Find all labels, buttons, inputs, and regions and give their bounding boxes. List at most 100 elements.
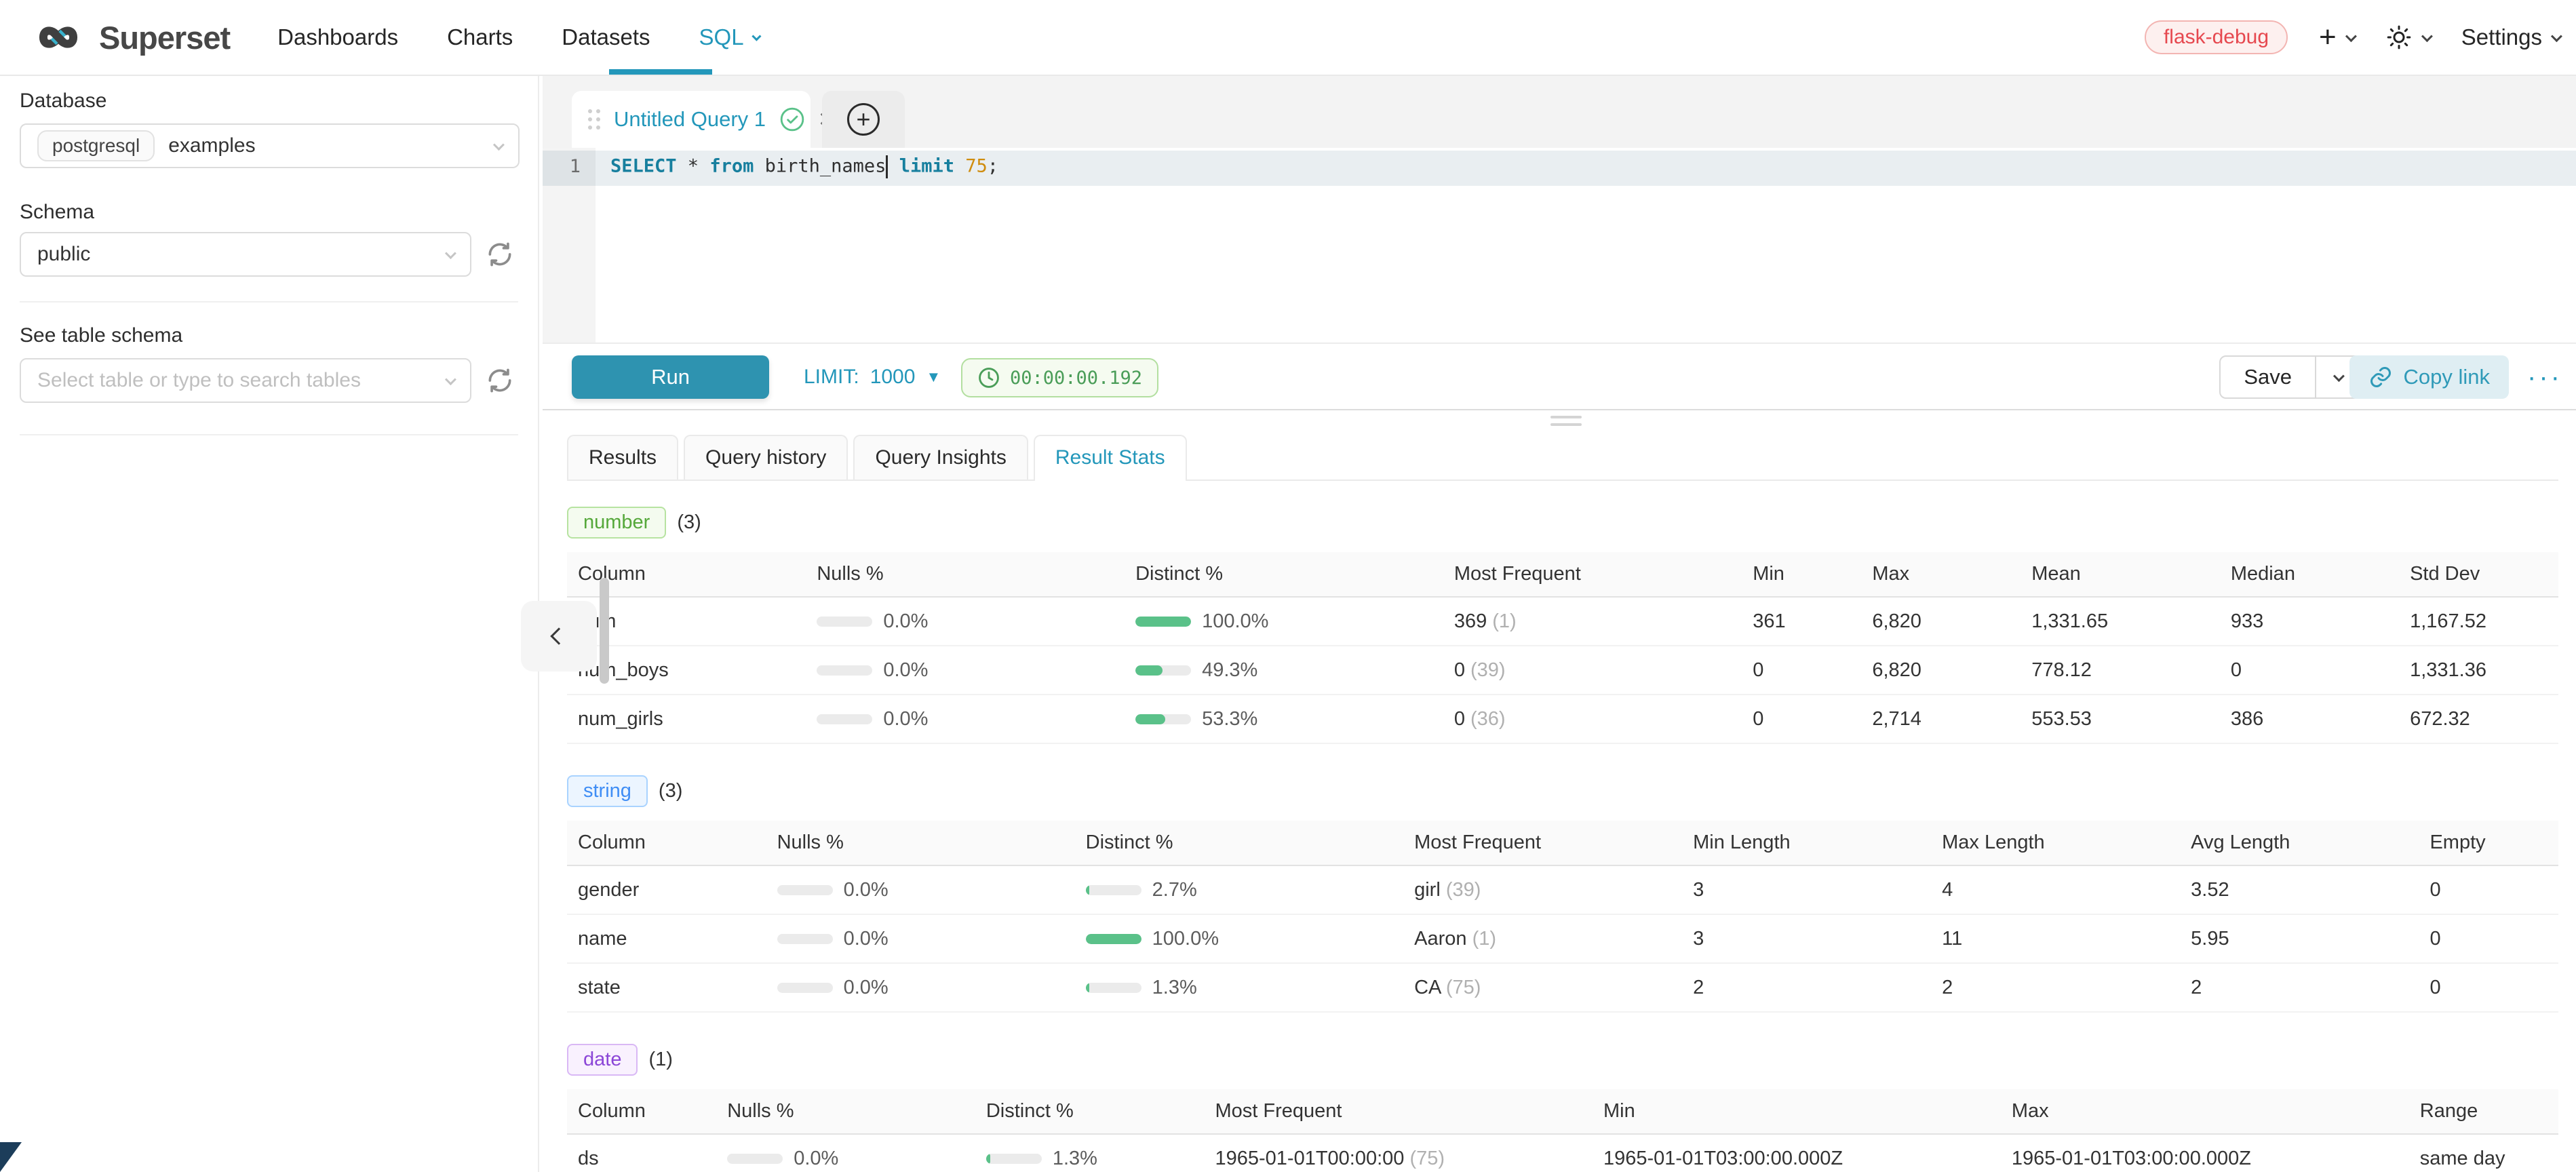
distinct-bar — [1086, 934, 1141, 944]
cell-mf-count: (75) — [1410, 1148, 1445, 1169]
cell-mf-count: (39) — [1446, 879, 1481, 901]
col-header: Min — [1593, 1089, 2001, 1134]
table-header-row: Column Nulls % Distinct % Most Frequent … — [567, 821, 2558, 865]
chevron-down-icon — [445, 248, 456, 259]
superset-logo[interactable]: Superset — [27, 18, 230, 57]
tab-query-history[interactable]: Query history — [684, 435, 848, 480]
table-select[interactable]: Select table or type to search tables — [20, 358, 471, 403]
table-row: num_girls 0.0% 53.3% 0 (36) 0 2,714 553.… — [567, 695, 2558, 743]
chevron-down-icon — [2345, 31, 2357, 42]
cell-median: 0 — [2220, 646, 2399, 695]
refresh-schemas-icon[interactable] — [485, 239, 515, 269]
table-row: num 0.0% 100.0% 369 (1) 361 6,820 1,331.… — [567, 597, 2558, 646]
cell-most-frequent: CA — [1414, 977, 1441, 998]
number-count: (3) — [677, 511, 701, 534]
distinct-bar — [1135, 714, 1191, 724]
schema-select[interactable]: public — [20, 232, 471, 277]
nav-item-charts[interactable]: Charts — [447, 24, 513, 50]
run-button[interactable]: Run — [572, 355, 769, 399]
tab-query-insights[interactable]: Query Insights — [853, 435, 1028, 480]
environment-tag: flask-debug — [2145, 20, 2288, 54]
theme-menu[interactable] — [2385, 24, 2430, 51]
new-item-menu[interactable]: + — [2319, 22, 2354, 52]
pane-resize-handle[interactable] — [1550, 416, 1582, 431]
cell-avg-length: 3.52 — [2180, 865, 2419, 914]
limit-label: LIMIT: — [804, 366, 859, 389]
distinct-bar — [1086, 885, 1141, 895]
table-row: gender 0.0% 2.7% girl (39) 3 4 3.52 0 — [567, 865, 2558, 914]
string-count: (3) — [659, 780, 682, 802]
nav-item-sql[interactable]: SQL — [699, 24, 759, 50]
sql-lab-sidebar: Database postgresql examples Schema publ… — [0, 76, 539, 1172]
chevron-down-icon — [2551, 31, 2562, 42]
cell-min: 0 — [1742, 646, 1861, 695]
nav-item-datasets[interactable]: Datasets — [562, 24, 650, 50]
database-label: Database — [20, 90, 518, 113]
table-row: state 0.0% 1.3% CA (75) 2 2 2 0 — [567, 963, 2558, 1012]
save-button[interactable]: Save — [2221, 357, 2315, 397]
string-stats-table: Column Nulls % Distinct % Most Frequent … — [567, 821, 2558, 1013]
cell-min: 1965-01-01T03:00:00.000Z — [1593, 1134, 2001, 1172]
database-value: examples — [168, 134, 255, 157]
col-header: Most Frequent — [1204, 1089, 1593, 1134]
type-badge-date: date — [567, 1044, 638, 1076]
line-number: 1 — [543, 156, 581, 177]
cell-median: 933 — [2220, 597, 2399, 646]
number-section-header: number (3) — [567, 507, 2558, 539]
table-row: name 0.0% 100.0% Aaron (1) 3 11 5.95 0 — [567, 914, 2558, 963]
cell-mf-count: (1) — [1472, 928, 1496, 950]
cell-nulls: 0.0% — [883, 659, 928, 682]
copy-link-button[interactable]: Copy link — [2349, 355, 2510, 399]
collapse-sidebar-button[interactable] — [521, 601, 597, 671]
cell-nulls: 0.0% — [844, 879, 889, 901]
sql-text: * — [677, 156, 710, 177]
cell-std-dev: 672.32 — [2399, 695, 2558, 743]
cell-distinct: 100.0% — [1152, 928, 1219, 950]
cell-std-dev: 1,167.52 — [2399, 597, 2558, 646]
col-header: Mean — [2021, 552, 2220, 597]
table-row: num_boys 0.0% 49.3% 0 (39) 0 6,820 778.1… — [567, 646, 2558, 695]
cell-min: 361 — [1742, 597, 1861, 646]
cell-nulls: 0.0% — [844, 977, 889, 999]
number-stats-table: Column Nulls % Distinct % Most Frequent … — [567, 552, 2558, 744]
col-header: Nulls % — [766, 821, 1075, 865]
col-header: Min — [1742, 552, 1861, 597]
nulls-bar — [777, 983, 833, 993]
cell-most-frequent: girl — [1414, 879, 1441, 901]
cell-column: name — [567, 914, 766, 963]
drag-handle-icon[interactable] — [588, 109, 600, 130]
nav-item-dashboards[interactable]: Dashboards — [277, 24, 398, 50]
cell-mf-count: (39) — [1470, 659, 1506, 681]
sql-editor[interactable]: 1 SELECT * from birth_names limit 75; — [543, 148, 2576, 343]
date-section-header: date (1) — [567, 1044, 2558, 1076]
more-actions-button[interactable]: ··· — [2527, 355, 2562, 399]
new-tab-area: + — [822, 91, 905, 148]
refresh-tables-icon[interactable] — [485, 366, 515, 395]
sun-icon — [2385, 24, 2413, 51]
cell-max-length: 4 — [1931, 865, 2180, 914]
nulls-bar — [817, 714, 872, 724]
tab-result-stats[interactable]: Result Stats — [1034, 435, 1187, 480]
query-tab-title: Untitled Query 1 — [614, 107, 766, 132]
col-header: Median — [2220, 552, 2399, 597]
cell-empty: 0 — [2419, 914, 2558, 963]
table-header-row: Column Nulls % Distinct % Most Frequent … — [567, 552, 2558, 597]
cell-max-length: 2 — [1931, 963, 2180, 1012]
col-header: Distinct % — [975, 1089, 1205, 1134]
new-tab-button[interactable]: + — [847, 103, 880, 136]
results-tab-bar: Results Query history Query Insights Res… — [567, 435, 2558, 481]
limit-dropdown[interactable]: LIMIT: 1000 ▼ — [804, 355, 941, 399]
chevron-down-icon — [2421, 31, 2433, 42]
tab-results[interactable]: Results — [567, 435, 678, 480]
col-header: Nulls % — [806, 552, 1125, 597]
copy-link-label: Copy link — [2404, 365, 2491, 389]
database-select[interactable]: postgresql examples — [20, 123, 520, 168]
settings-menu[interactable]: Settings — [2461, 24, 2560, 50]
col-header: Avg Length — [2180, 821, 2419, 865]
vertical-scrollbar[interactable] — [600, 578, 609, 684]
cell-distinct: 1.3% — [1053, 1148, 1097, 1170]
query-tab[interactable]: Untitled Query 1 × — [572, 91, 811, 148]
table-select-placeholder: Select table or type to search tables — [37, 369, 361, 392]
cell-max: 6,820 — [1861, 597, 2021, 646]
cell-mf-count: (36) — [1470, 708, 1506, 730]
